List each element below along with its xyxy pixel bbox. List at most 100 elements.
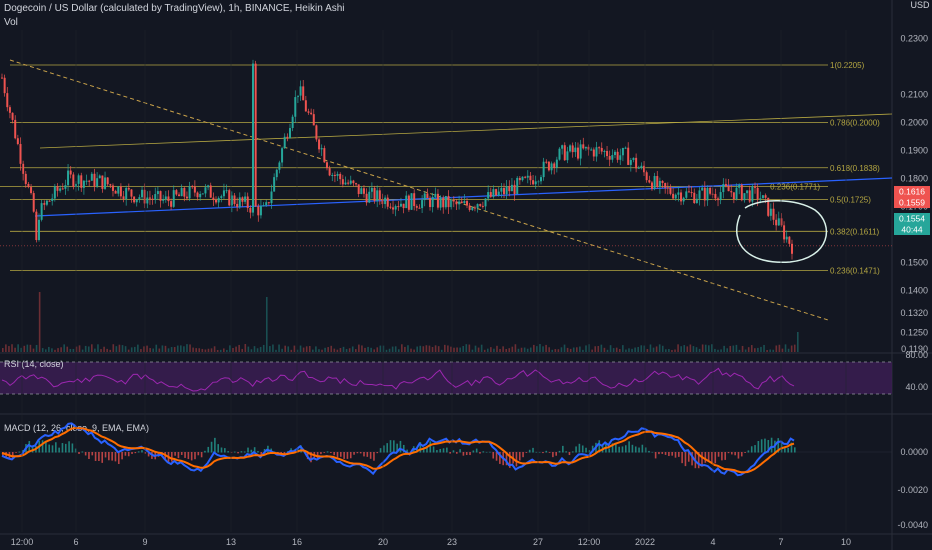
volume-bar [572,347,575,352]
volume-bar [241,348,244,352]
candle-body [299,86,302,96]
macd-histogram-bar [717,452,720,457]
candle-body [455,201,458,205]
volume-bar [189,344,191,352]
volume-bar [173,347,176,352]
volume-bar [649,344,652,352]
volume-bar [41,348,44,352]
volume-bar [364,347,366,352]
candle-body [672,193,675,199]
volume-bar [272,344,274,352]
volume-bar [69,348,72,352]
chart-canvas[interactable]: 0.23000.21000.20000.19000.18000.17000.15… [0,0,932,550]
macd-histogram-bar [578,443,581,453]
candle-body [550,163,553,171]
volume-bar [444,344,446,352]
candle-body [555,159,558,168]
macd-histogram-bar [615,443,617,453]
macd-histogram-bar [376,452,379,454]
volume-bar [575,347,578,352]
volume-bar [447,345,449,352]
volume-bar [609,345,612,352]
volume-bar [397,349,400,352]
macd-histogram-bar [233,451,236,453]
candle-body [119,186,122,197]
candle-body [376,190,379,202]
candle-body [185,196,188,199]
macd-histogram-bar [316,452,319,459]
candle-body [703,187,706,201]
volume-bar [195,348,197,352]
macd-histogram-bar [171,452,173,462]
candle-body [788,236,791,244]
volume-bar [683,345,686,352]
macd-histogram-bar [399,440,402,453]
macd-histogram-bar [114,452,117,462]
candle-body [111,185,114,191]
volume-bar [275,349,277,352]
volume-bar [219,349,222,352]
volume-bar [551,349,554,352]
candle-body [215,199,218,203]
macd-histogram-bar [200,452,203,458]
volume-bar [437,346,440,352]
candle-body [566,151,569,161]
volume-bar [186,344,188,352]
candle-body [228,190,231,206]
candle-body [249,208,252,213]
candle-body [193,186,196,193]
volume-bar [176,345,179,352]
volume-bar [471,349,474,352]
volume-bar [315,346,317,352]
macd-histogram-bar [180,452,183,455]
candle-body [302,86,305,101]
x-tick-label: 9 [142,537,147,547]
macd-histogram-bar [489,451,491,453]
candle-body [735,187,738,200]
candle-body [291,116,294,129]
volume-bar [508,348,511,352]
volume-bar [253,346,256,352]
volume-bar [493,348,495,352]
candle-body [225,190,228,192]
candle-body [51,198,54,201]
volume-bar [192,347,194,352]
candle-body [492,189,495,197]
volume-bar [155,344,158,352]
macd-histogram-bar [379,448,382,453]
volume-bar [100,349,102,352]
volume-bar [416,346,418,352]
candle-body [537,181,540,183]
volume-bar [238,344,240,352]
macd-histogram-bar [250,449,253,453]
macd-histogram-bar [442,448,445,453]
candle-body [756,187,759,200]
candle-body [315,125,318,140]
candle-body [16,138,19,145]
volume-bar [106,348,108,352]
x-tick-label: 27 [533,537,543,547]
candle-body [170,201,173,207]
volume-bar [474,345,477,352]
volume-bar [714,348,716,352]
macd-histogram-bar [55,442,57,453]
macd-histogram-bar [634,446,637,453]
volume-bar [526,348,529,352]
volume-bar [514,344,517,352]
macd-histogram-bar [770,437,773,453]
volume-bar [674,349,676,352]
candle-body [621,147,624,156]
candle-body [93,173,96,187]
macd-histogram-bar [88,452,90,459]
candle-body [362,188,365,194]
candle-body [785,236,788,240]
candle-body [592,149,595,157]
candle-body [743,193,746,201]
macd-histogram-bar [323,452,326,453]
candle-body [706,187,709,201]
candle-body [603,150,606,152]
volume-bar [548,347,550,352]
macd-histogram-bar [194,452,196,460]
candle-body [244,196,247,202]
volume-bar [422,346,425,352]
